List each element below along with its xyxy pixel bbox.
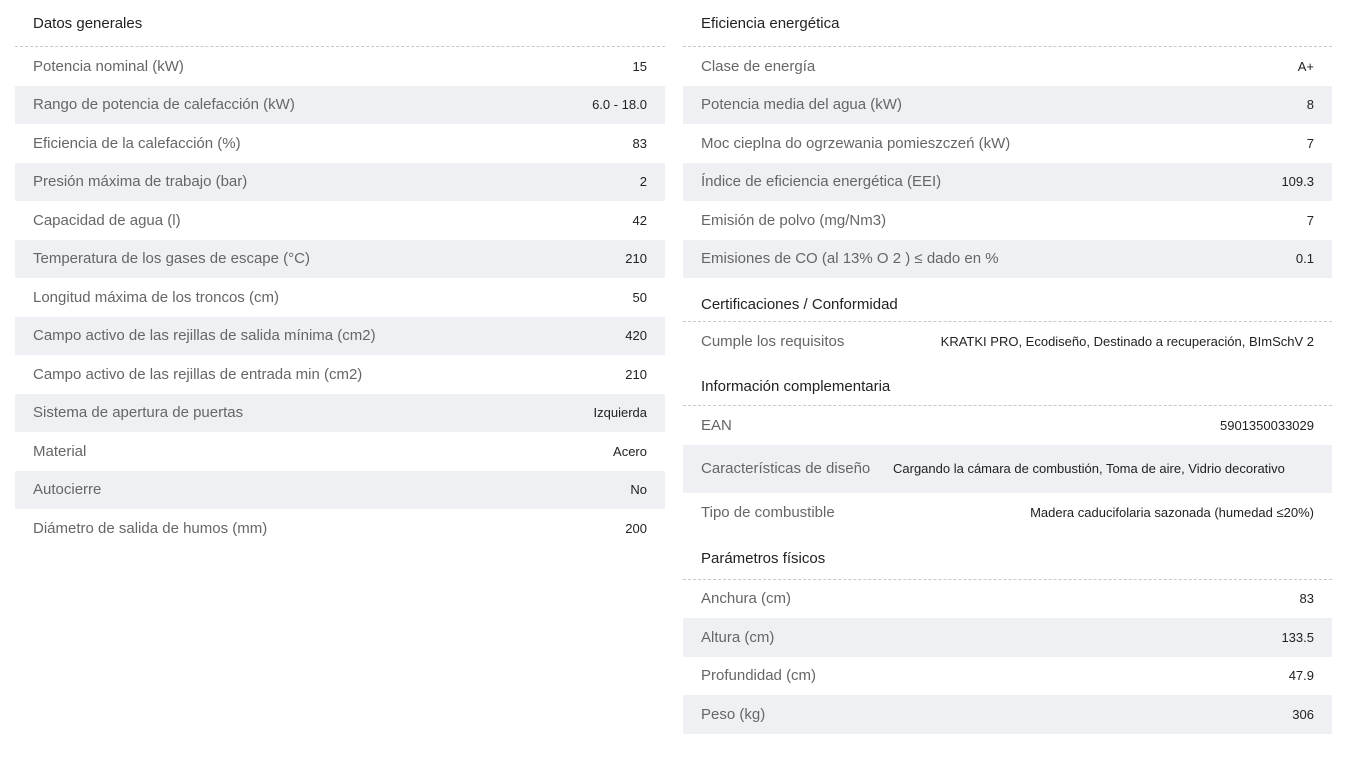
- spec-row: Tipo de combustible Madera caducifolaria …: [683, 493, 1332, 532]
- spec-value: 7: [1306, 212, 1314, 228]
- spec-row: Moc cieplna do ogrzewania pomieszczeń (k…: [683, 124, 1332, 163]
- spec-value: 83: [632, 135, 647, 151]
- section-title-complementary: Información complementaria: [683, 360, 1332, 406]
- spec-label: Sistema de apertura de puertas: [33, 404, 244, 422]
- section-title-physical: Parámetros físicos: [683, 532, 1332, 580]
- spec-row: Longitud máxima de los troncos (cm) 50: [15, 278, 665, 317]
- spec-value: 420: [625, 328, 647, 344]
- section-title-general: Datos generales: [15, 0, 665, 47]
- spec-value: 5901350033029: [1220, 418, 1314, 433]
- spec-row: Presión máxima de trabajo (bar) 2: [15, 162, 665, 201]
- spec-value: 306: [1292, 706, 1314, 722]
- spec-row: Emisiones de CO (al 13% O 2 ) ≤ dado en …: [683, 239, 1332, 278]
- certifications-section: Certificaciones / Conformidad Cumple los…: [683, 278, 1332, 360]
- spec-row: Profundidad (cm) 47.9: [683, 657, 1332, 696]
- spec-value: Acero: [613, 443, 647, 459]
- spec-label: Clase de energía: [701, 57, 816, 75]
- spec-label: Eficiencia de la calefacción (%): [33, 134, 241, 152]
- spec-label: Cumple los requisitos: [701, 332, 845, 350]
- spec-row: Material Acero: [15, 432, 665, 471]
- spec-row: Sistema de apertura de puertas Izquierda: [15, 393, 665, 432]
- spec-label: Características de diseño: [701, 460, 871, 477]
- physical-params-section: Parámetros físicos Anchura (cm) 83 Altura…: [683, 532, 1332, 734]
- spec-row: EAN 5901350033029: [683, 406, 1332, 445]
- spec-value: 210: [625, 366, 647, 382]
- spec-value: 210: [625, 251, 647, 267]
- spec-label: Presión máxima de trabajo (bar): [33, 173, 248, 191]
- spec-value: 83: [1299, 591, 1314, 607]
- spec-label: Autocierre: [33, 481, 102, 499]
- spec-row: Rango de potencia de calefacción (kW) 6.0…: [15, 85, 665, 124]
- spec-label: EAN: [701, 417, 732, 434]
- spec-row: Clase de energía A+: [683, 47, 1332, 86]
- right-column: Eficiencia energética Clase de energía A+…: [683, 0, 1332, 734]
- spec-label: Temperatura de los gases de escape (°C): [33, 250, 310, 268]
- spec-label: Campo activo de las rejillas de entrada …: [33, 365, 363, 383]
- spec-row: Campo activo de las rejillas de salida m…: [15, 316, 665, 355]
- spec-value: 47.9: [1288, 668, 1314, 684]
- spec-value: 8: [1306, 97, 1314, 113]
- spec-row: Emisión de polvo (mg/Nm3) 7: [683, 201, 1332, 240]
- spec-label: Potencia media del agua (kW): [701, 96, 902, 114]
- spec-row: Autocierre No: [15, 470, 665, 509]
- spec-row: Anchura (cm) 83: [683, 580, 1332, 619]
- spec-label: Potencia nominal (kW): [33, 57, 184, 75]
- spec-label: Emisión de polvo (mg/Nm3): [701, 211, 887, 229]
- spec-label: Índice de eficiencia energética (EEI): [701, 173, 942, 191]
- spec-value: KRATKI PRO, Ecodiseño, Destinado a recup…: [940, 333, 1314, 349]
- spec-value: 200: [625, 520, 647, 536]
- spec-row: Peso (kg) 306: [683, 695, 1332, 734]
- spec-row: Campo activo de las rejillas de entrada …: [15, 355, 665, 394]
- spec-value: 2: [639, 174, 647, 190]
- spec-value: Izquierda: [593, 405, 647, 421]
- spec-label: Altura (cm): [701, 628, 775, 646]
- spec-row: Eficiencia de la calefacción (%) 83: [15, 124, 665, 163]
- complementary-info-section: Información complementaria EAN 5901350033…: [683, 360, 1332, 532]
- section-title-energy: Eficiencia energética: [683, 0, 1332, 47]
- spec-value: 15: [632, 58, 647, 74]
- spec-label: Rango de potencia de calefacción (kW): [33, 96, 295, 114]
- spec-value: 0.1: [1295, 251, 1314, 267]
- spec-label: Capacidad de agua (l): [33, 211, 181, 229]
- spec-value: 133.5: [1281, 629, 1314, 645]
- spec-value: Madera caducifolaria sazonada (humedad ≤…: [1030, 504, 1314, 520]
- spec-value: 7: [1306, 135, 1314, 151]
- spec-label: Campo activo de las rejillas de salida m…: [33, 327, 376, 345]
- spec-value: 6.0 - 18.0: [592, 97, 647, 113]
- spec-row: Cumple los requisitos KRATKI PRO, Ecodise…: [683, 322, 1332, 360]
- spec-value: Cargando la cámara de combustión, Toma d…: [893, 461, 1285, 476]
- spec-row: Índice de eficiencia energética (EEI) 109…: [683, 162, 1332, 201]
- spec-row: Potencia nominal (kW) 15: [15, 47, 665, 86]
- spec-label: Moc cieplna do ogrzewania pomieszczeń (k…: [701, 134, 1011, 152]
- spec-value: A+: [1297, 58, 1314, 74]
- spec-row: Capacidad de agua (l) 42: [15, 201, 665, 240]
- spec-label: Peso (kg): [701, 705, 766, 723]
- spec-label: Anchura (cm): [701, 590, 792, 608]
- spec-row: Altura (cm) 133.5: [683, 618, 1332, 657]
- spec-row: Características de diseño Cargando la cám…: [683, 445, 1332, 493]
- spec-label: Diámetro de salida de humos (mm): [33, 519, 268, 537]
- spec-label: Tipo de combustible: [701, 503, 835, 521]
- spec-value: No: [630, 482, 647, 498]
- spec-label: Emisiones de CO (al 13% O 2 ) ≤ dado en …: [701, 250, 999, 268]
- spec-label: Profundidad (cm): [701, 667, 817, 685]
- general-data-section: Datos generales Potencia nominal (kW) 15 …: [15, 0, 665, 548]
- spec-value: 50: [632, 289, 647, 305]
- spec-row: Temperatura de los gases de escape (°C) 2…: [15, 239, 665, 278]
- spec-value: 109.3: [1281, 174, 1314, 190]
- spec-row: Potencia media del agua (kW) 8: [683, 85, 1332, 124]
- spec-row: Diámetro de salida de humos (mm) 200: [15, 509, 665, 548]
- section-title-certifications: Certificaciones / Conformidad: [683, 278, 1332, 322]
- spec-label: Material: [33, 442, 87, 460]
- energy-efficiency-section: Eficiencia energética Clase de energía A+…: [683, 0, 1332, 278]
- spec-label: Longitud máxima de los troncos (cm): [33, 288, 279, 306]
- spec-value: 42: [632, 212, 647, 228]
